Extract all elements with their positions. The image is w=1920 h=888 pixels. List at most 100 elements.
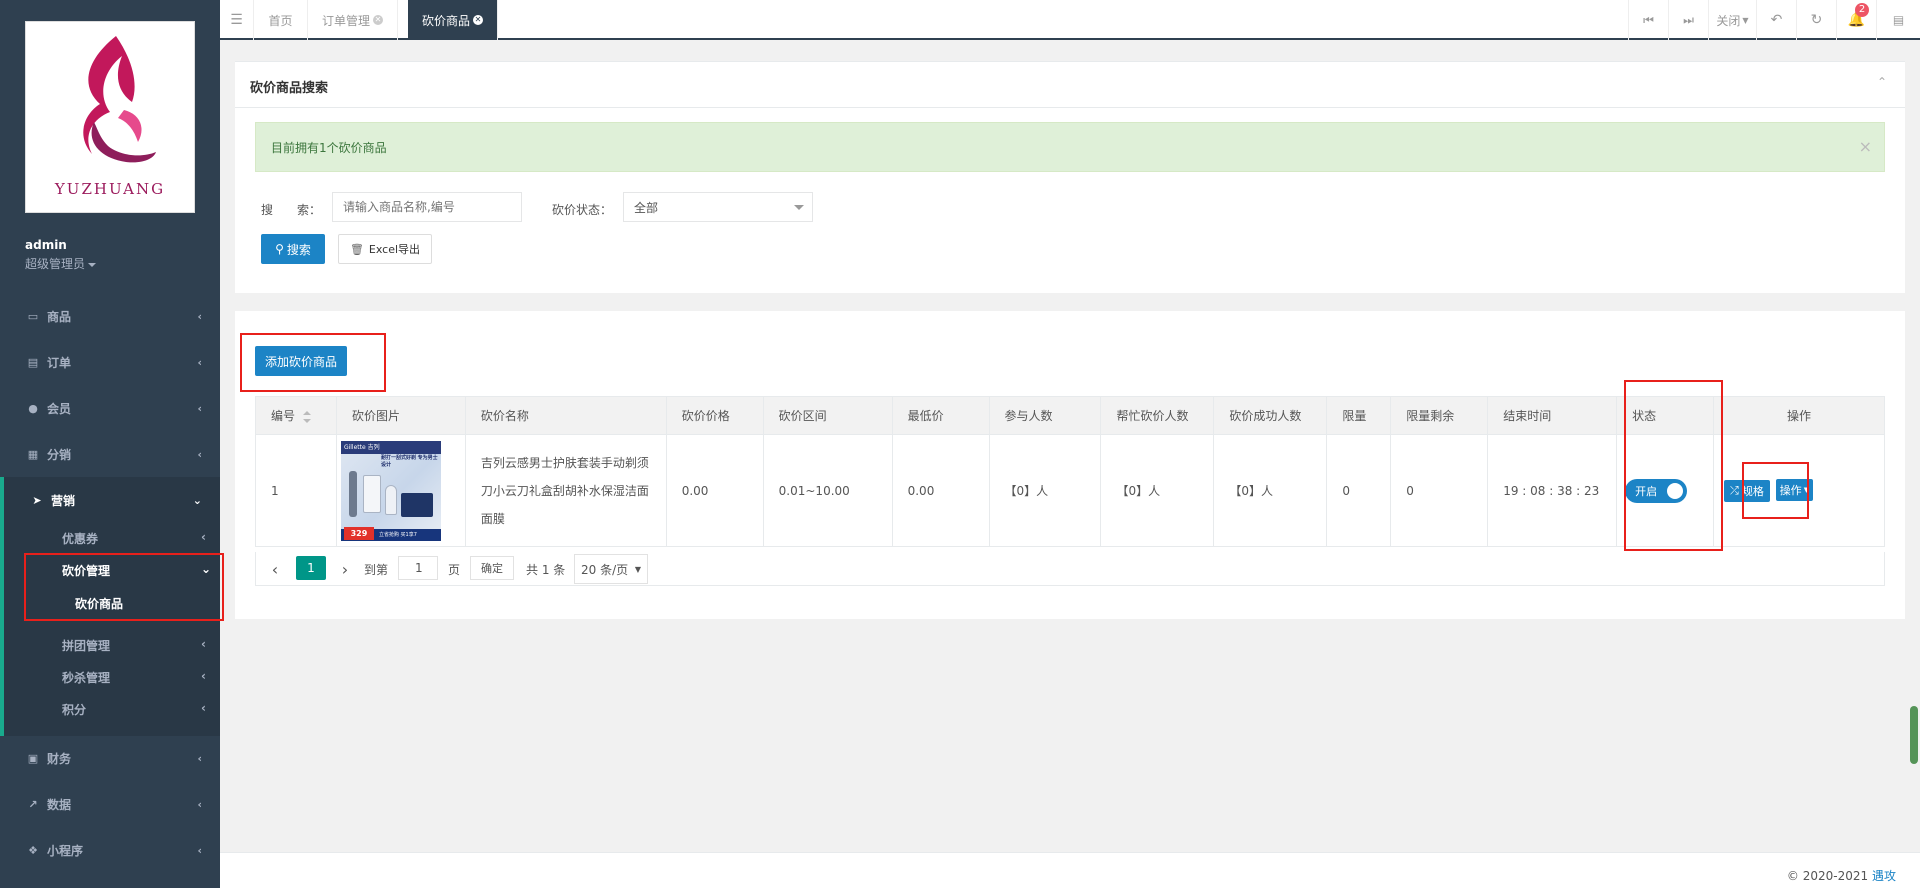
sitemap-icon: ▦ — [27, 447, 39, 461]
close-icon[interactable]: × — [1859, 137, 1872, 156]
close-tabs-dropdown[interactable]: 关闭 ▼ — [1708, 0, 1756, 40]
page-number-current[interactable]: 1 — [296, 556, 326, 580]
next-page-icon[interactable]: › — [332, 552, 358, 586]
column-header: 最低价 — [891, 396, 990, 435]
page-size-value: 20 条/页 — [581, 562, 629, 577]
scrollbar-thumb[interactable] — [1910, 706, 1918, 764]
tab-home[interactable]: 首页 — [254, 0, 308, 40]
product-box-shape — [362, 474, 381, 513]
status-select-value: 全部 — [634, 200, 659, 215]
thumbnail-promo-text: 立省抢购 买1享7 — [378, 531, 417, 538]
status-label: 砍价状态： — [552, 203, 613, 217]
goto-label: 到第 — [364, 562, 389, 577]
user-role-dropdown[interactable]: 超级管理员 — [25, 255, 96, 272]
product-thumbnail[interactable]: Gillette 吉列 耐打一刮式好剃 专为男士设计 329 立省抢购 买1享7 — [340, 440, 441, 541]
sidebar-item-orders[interactable]: ▤ 订单 ‹ — [0, 339, 220, 385]
submenu-seckill-mgmt[interactable]: 秒杀管理 ‹ — [62, 669, 206, 686]
submenu-group-mgmt-label: 拼团管理 — [62, 639, 111, 653]
laptop-icon: ▭ — [27, 309, 39, 323]
highlight-box-status — [1624, 380, 1723, 551]
status-select[interactable]: 全部 — [623, 192, 813, 222]
chevron-left-icon: ‹ — [197, 355, 202, 369]
column-header: 帮忙砍价人数 — [1100, 396, 1215, 435]
sidebar-item-label: 营销 — [51, 493, 76, 508]
cell-end-time: 19 : 08 : 38 : 23 — [1487, 434, 1618, 547]
search-label: 搜 索： — [261, 203, 322, 217]
sidebar-item-label: 小程序 — [47, 843, 84, 858]
list-icon: ▤ — [27, 355, 39, 369]
column-header: 砍价成功人数 — [1213, 396, 1328, 435]
chevron-left-icon: ‹ — [197, 751, 202, 765]
goto-page-input[interactable]: 1 — [398, 556, 438, 580]
column-header-label: 编号 — [271, 409, 296, 423]
submenu-group-mgmt[interactable]: 拼团管理 ‹ — [62, 637, 206, 654]
cell-participants: 【0】人 — [988, 434, 1102, 547]
search-panel: 砍价商品搜索 ⌃ 目前拥有1个砍价商品 × 搜 索： 砍价状态： 全部 ⚲ 搜索… — [235, 61, 1905, 293]
sidebar-item-miniprogram[interactable]: ❖ 小程序 ‹ — [0, 827, 220, 873]
top-bar: ☰ 首页 订单管理 ✕ 砍价商品 ✕ ⏮ ⏭ 关闭 ▼ ↶ ↻ 🔔 2 ▤ — [220, 0, 1920, 40]
search-button-label: 搜索 — [286, 242, 311, 257]
tab-close-icon[interactable]: ✕ — [373, 15, 383, 25]
cell-min-price: 0.00 — [891, 434, 990, 547]
footer: © 2020-2021 遇攻 — [220, 852, 1920, 888]
column-header: 砍价图片 — [335, 396, 466, 435]
footer-copyright: © 2020-2021 遇攻 — [1787, 867, 1896, 884]
column-header[interactable]: 编号 — [255, 396, 337, 435]
cell-image: Gillette 吉列 耐打一刮式好剃 专为男士设计 329 立省抢购 买1享7 — [335, 434, 466, 547]
tab-order-mgmt[interactable]: 订单管理 ✕ — [308, 0, 398, 40]
notification-bell-icon[interactable]: 🔔 2 — [1836, 0, 1876, 40]
chevron-left-icon: ‹ — [197, 401, 202, 415]
sidebar-item-label: 数据 — [47, 797, 72, 812]
submenu-points[interactable]: 积分 ‹ — [62, 701, 206, 718]
tab-scroll-left-icon[interactable]: ⏮ — [1628, 0, 1668, 40]
chevron-left-icon: ‹ — [197, 447, 202, 461]
back-icon[interactable]: ↶ — [1756, 0, 1796, 40]
submenu-seckill-mgmt-label: 秒杀管理 — [62, 671, 111, 685]
logo-flame-icon — [83, 36, 156, 163]
sidebar-item-goods[interactable]: ▭ 商品 ‹ — [0, 293, 220, 339]
tab-home-label: 首页 — [268, 13, 293, 28]
prev-page-icon[interactable]: ‹ — [262, 552, 288, 586]
column-header: 砍价名称 — [464, 396, 667, 435]
cell-price: 0.00 — [665, 434, 764, 547]
notification-badge: 2 — [1855, 3, 1869, 17]
cell-range: 0.01~10.00 — [762, 434, 893, 547]
excel-export-button[interactable]: 🗑 Excel导出 — [338, 234, 432, 264]
tab-bargain-goods[interactable]: 砍价商品 ✕ — [408, 0, 498, 40]
cubes-icon: ❖ — [28, 843, 38, 857]
sidebar-item-marketing[interactable]: ➤ 营销 ⌄ — [0, 477, 220, 523]
menu-toggle-icon[interactable]: ☰ — [220, 0, 254, 40]
trash-icon: 🗑 — [349, 242, 364, 256]
count-alert: 目前拥有1个砍价商品 × — [255, 122, 1885, 172]
tab-scroll-right-icon[interactable]: ⏭ — [1668, 0, 1708, 40]
chevron-left-icon: ‹ — [201, 669, 206, 683]
caret-down-icon: ▼ — [634, 564, 641, 574]
goto-confirm-button[interactable]: 确定 — [470, 556, 514, 580]
alert-text: 目前拥有1个砍价商品 — [271, 140, 387, 155]
caret-down-icon — [794, 205, 804, 210]
sidebar-item-label: 财务 — [47, 751, 72, 766]
highlight-box-bargain-menu — [24, 553, 224, 621]
chevron-left-icon: ‹ — [201, 701, 206, 715]
thumbnail-slogan: 耐打一刮式好剃 专为男士设计 — [380, 454, 438, 468]
chevron-left-icon: ‹ — [197, 797, 202, 811]
razor-shape — [348, 470, 357, 517]
sidebar-right-toggle-icon[interactable]: ▤ — [1876, 0, 1920, 40]
sidebar-item-distribution[interactable]: ▦ 分销 ‹ — [0, 431, 220, 477]
close-tabs-label: 关闭 — [1716, 13, 1741, 28]
user-name[interactable]: admin — [25, 238, 67, 252]
tab-close-icon[interactable]: ✕ — [473, 15, 483, 25]
footer-link[interactable]: 遇攻 — [1872, 869, 1896, 883]
refresh-icon[interactable]: ↻ — [1796, 0, 1836, 40]
search-button[interactable]: ⚲ 搜索 — [261, 234, 325, 264]
chevron-left-icon: ‹ — [201, 530, 206, 544]
sidebar-item-data[interactable]: ↗ 数据 ‹ — [0, 781, 220, 827]
chevron-up-icon[interactable]: ⌃ — [1877, 75, 1887, 89]
sidebar-item-finance[interactable]: ▣ 财务 ‹ — [0, 735, 220, 781]
sort-icon[interactable] — [303, 410, 312, 423]
search-input[interactable] — [332, 192, 522, 222]
submenu-coupon[interactable]: 优惠券 ‹ — [62, 530, 206, 547]
search-icon: ⚲ — [275, 242, 284, 256]
sidebar-item-members[interactable]: ● 会员 ‹ — [0, 385, 220, 431]
page-size-select[interactable]: 20 条/页 ▼ — [574, 554, 648, 584]
